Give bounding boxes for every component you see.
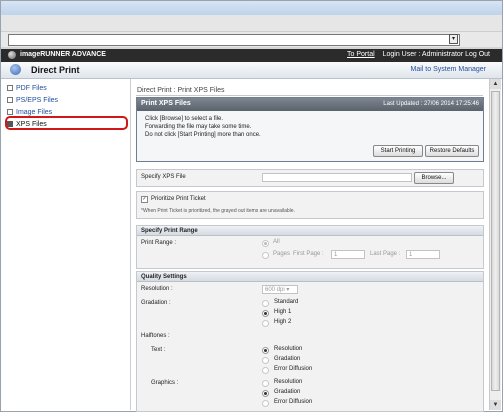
gradation-label: Gradation : <box>141 300 171 306</box>
gradation-high2-radio[interactable] <box>262 320 269 327</box>
bullet-icon <box>7 109 13 116</box>
app-header: imageRUNNER ADVANCE To Portal Login User… <box>1 49 502 62</box>
panel-title: Print XPS Files <box>141 100 191 107</box>
sidebar-item-label: PS/EPS Files <box>16 97 59 104</box>
scrollbar-thumb[interactable] <box>491 91 500 391</box>
range-pages-radio[interactable] <box>262 252 269 259</box>
gradation-option-label: High 2 <box>274 319 292 325</box>
file-label: Specify XPS File <box>141 174 186 180</box>
halftones-label: Halftones : <box>141 333 170 339</box>
gradation-standard-radio[interactable] <box>262 300 269 307</box>
panel-header: Print XPS Files Last Updated : 27/06 201… <box>137 98 483 111</box>
last-updated: Last Updated : 27/06 2014 17:25:46 <box>383 101 479 107</box>
graphics-error-diffusion-radio[interactable] <box>262 400 269 407</box>
canon-logo-icon <box>8 51 16 59</box>
breadcrumb: Direct Print : Print XPS Files <box>137 87 225 94</box>
sidebar-item-label: PDF Files <box>16 85 47 92</box>
first-page-label: First Page : <box>293 251 324 257</box>
address-input[interactable] <box>8 34 460 46</box>
last-page-label: Last Page : <box>370 251 401 257</box>
sidebar-item-pdf[interactable]: PDF Files <box>7 83 47 95</box>
resolution-label: Resolution : <box>141 286 173 292</box>
section-heading: Specify Print Range <box>137 226 483 236</box>
text-error-diffusion-radio[interactable] <box>262 367 269 374</box>
ticket-section: ✓ Prioritize Print Ticket *When Print Ti… <box>136 191 484 219</box>
print-xps-panel: Print XPS Files Last Updated : 27/06 201… <box>136 97 484 162</box>
direct-print-icon <box>10 64 21 75</box>
restore-defaults-button[interactable]: Restore Defaults <box>425 145 479 157</box>
graphics-gradation-radio[interactable] <box>262 390 269 397</box>
text-option-label: Gradation <box>274 356 301 362</box>
graphics-resolution-radio[interactable] <box>262 380 269 387</box>
selection-highlight <box>5 116 128 130</box>
prioritize-ticket-checkbox[interactable]: ✓ <box>141 196 148 203</box>
print-range-label: Print Range : <box>141 240 177 246</box>
text-option-label: Error Diffusion <box>274 366 313 372</box>
text-resolution-radio[interactable] <box>262 347 269 354</box>
page-title: Direct Print <box>31 65 80 75</box>
browse-button[interactable]: Browse... <box>414 172 454 184</box>
section-heading: Quality Settings <box>137 272 483 282</box>
quality-section: Quality Settings Resolution : 600 dpi ▾ … <box>136 271 484 412</box>
mail-to-system-manager-link[interactable]: Mail to System Manager <box>411 66 486 73</box>
to-portal-link[interactable]: To Portal <box>347 51 375 58</box>
range-all-label: All <box>273 239 280 245</box>
ticket-note: *When Print Ticket is prioritized, the g… <box>141 208 295 214</box>
gradation-high1-radio[interactable] <box>262 310 269 317</box>
login-info[interactable]: Login User : Administrator Log Out <box>383 51 490 58</box>
last-page-input[interactable]: 1 <box>406 250 440 259</box>
main-content: Direct Print : Print XPS Files Print XPS… <box>131 79 487 412</box>
address-dropdown-button[interactable]: ▾ <box>449 34 458 44</box>
vertical-scrollbar[interactable]: ▲ ▼ <box>489 79 501 410</box>
resolution-value: 600 dpi <box>265 287 285 293</box>
browser-title-bar <box>1 1 502 15</box>
first-page-input[interactable]: 1 <box>331 250 365 259</box>
sidebar-item-label: Image Files <box>16 109 53 116</box>
brand-name: imageRUNNER ADVANCE <box>20 51 106 58</box>
graphics-option-label: Error Diffusion <box>274 399 313 405</box>
graphics-option-label: Resolution <box>274 379 303 385</box>
prioritize-ticket-label: Prioritize Print Ticket <box>151 196 206 202</box>
bullet-icon <box>7 97 13 104</box>
scroll-down-icon[interactable]: ▼ <box>490 400 501 410</box>
graphics-option-label: Gradation <box>274 389 301 395</box>
sidebar-item-ps-eps[interactable]: PS/EPS Files <box>7 95 58 107</box>
range-all-radio[interactable] <box>262 240 269 247</box>
file-path-input[interactable] <box>262 173 412 182</box>
gradation-option-label: High 1 <box>274 309 292 315</box>
breadcrumb-divider <box>136 95 483 96</box>
text-gradation-radio[interactable] <box>262 357 269 364</box>
scroll-up-icon[interactable]: ▲ <box>490 79 501 89</box>
print-range-section: Specify Print Range Print Range : All Pa… <box>136 225 484 269</box>
header-links: To Portal Login User : Administrator Log… <box>347 51 490 58</box>
instruction-line: Click [Browse] to select a file. <box>145 116 224 122</box>
range-pages-label: Pages <box>273 251 291 257</box>
graphics-label: Graphics : <box>151 380 179 386</box>
instruction-line: Do not click [Start Printing] more than … <box>145 132 261 138</box>
gradation-option-label: Standard <box>274 299 299 305</box>
text-label: Text : <box>151 347 166 353</box>
instructions: Click [Browse] to select a file. Forward… <box>145 115 261 139</box>
start-printing-button[interactable]: Start Printing <box>373 145 423 157</box>
bullet-icon <box>7 85 13 92</box>
page-header: Direct Print Mail to System Manager <box>1 62 502 79</box>
file-section: Specify XPS File Browse... <box>136 169 484 187</box>
text-option-label: Resolution <box>274 346 303 352</box>
resolution-select[interactable]: 600 dpi ▾ <box>262 285 298 294</box>
instruction-line: Forwarding the file may take some time. <box>145 124 252 130</box>
